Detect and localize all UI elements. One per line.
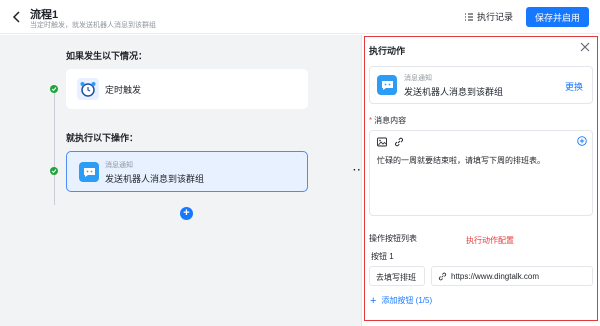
button-item-label: 按钮 1 [371,252,394,261]
button-list-label: 操作按钮列表 [369,234,417,243]
trigger-card[interactable]: 定时触发 [66,69,308,109]
button-url-input[interactable]: https://www.dingtalk.com [431,266,593,286]
plus-icon: + [370,294,377,307]
message-content-label: * 消息内容 [369,116,407,125]
action-title: 发送机器人消息到该群组 [105,174,205,184]
chat-message-icon [377,75,397,95]
action-check-icon [50,167,58,175]
execution-history-label: 执行记录 [477,12,514,22]
close-icon[interactable] [580,42,590,52]
message-content-label-text: 消息内容 [374,116,407,125]
link-icon [438,272,447,280]
alarm-clock-icon [77,78,99,100]
link-icon[interactable] [394,137,404,147]
image-icon[interactable] [377,137,387,147]
button-name-input[interactable]: 去填写排班 [369,266,425,286]
message-text: 忙碌的一周就要结束啦，请填写下周的排班表。 [377,156,545,165]
chat-message-icon [79,162,99,182]
add-button-label: 添加按钮 (1/5) [381,296,433,305]
insert-variable-icon[interactable] [577,136,587,146]
button-url-value: https://www.dingtalk.com [451,271,540,281]
action-card[interactable]: 消息通知 发送机器人消息到该群组 ··· [66,151,365,192]
save-and-enable-button[interactable]: 保存并启用 [526,7,589,27]
message-content-editor[interactable]: 忙碌的一周就要结束啦，请填写下周的排班表。 [369,130,593,216]
selected-action: 消息通知 发送机器人消息到该群组 更换 [369,66,593,104]
flow-connector-line [54,87,55,205]
list-icon [465,13,473,20]
annotation-label: 执行动作配置 [466,236,514,245]
back-arrow-icon[interactable] [10,10,24,24]
add-step-button[interactable]: + [180,207,193,220]
page-subtitle: 当定时触发，就发送机器人消息到该群组 [30,22,156,29]
action-category: 消息通知 [105,162,133,169]
trigger-label: 定时触发 [105,84,142,95]
condition-section-label: 如果发生以下情况： [66,51,148,61]
flow-canvas[interactable]: 如果发生以下情况： 定时触发 就执行以下操作： 消息通知 发送机器人消息到该群组… [0,35,365,326]
add-button-link[interactable]: + 添加按钮 (1/5) [370,295,432,306]
action-section-label: 就执行以下操作： [66,133,139,143]
execution-history-button[interactable]: 执行记录 [464,10,513,23]
trigger-check-icon [50,85,58,93]
panel-title: 执行动作 [369,46,406,56]
top-bar: 流程1 当定时触发，就发送机器人消息到该群组 执行记录 保存并启用 [0,0,600,34]
selected-action-category: 消息通知 [404,75,432,82]
selected-action-title: 发送机器人消息到该群组 [404,87,504,97]
change-action-button[interactable]: 更换 [565,80,583,93]
